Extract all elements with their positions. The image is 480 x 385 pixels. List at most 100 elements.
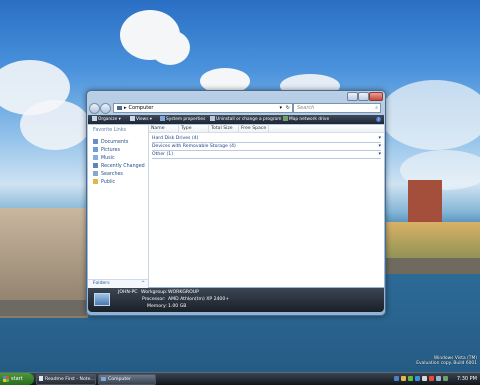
uninstall-icon [210, 116, 215, 121]
notepad-icon [39, 376, 43, 381]
clock[interactable]: 7:30 PM [457, 373, 477, 385]
nav-item-recently-changed[interactable]: Recently Changed [93, 163, 145, 170]
memory-value: 1.00 GB [168, 304, 187, 309]
column-total-size[interactable]: Total Size [209, 125, 239, 132]
refresh-icon[interactable]: ↻ [286, 104, 290, 112]
tower-building [408, 180, 442, 226]
music-folder-icon [93, 155, 98, 160]
search-placeholder: Search [297, 105, 315, 111]
search-input[interactable]: Search ⌕ [293, 103, 381, 113]
taskbar-item-computer[interactable]: Computer [98, 374, 156, 385]
nav-item-label: Public [101, 180, 116, 185]
uninstall-label: Uninstall or change a program [216, 117, 282, 122]
chevron-down-icon[interactable]: ▾ [378, 151, 381, 158]
tray-icon[interactable] [436, 376, 441, 381]
help-icon[interactable]: ? [376, 117, 381, 122]
column-type[interactable]: Type [179, 125, 209, 132]
chevron-down-icon[interactable]: ▾ [378, 143, 381, 150]
system-properties-icon [160, 116, 165, 121]
address-text: Computer [128, 105, 154, 111]
alert-icon[interactable] [429, 376, 434, 381]
nav-item-searches[interactable]: Searches [93, 171, 123, 178]
tray-icon[interactable] [443, 376, 448, 381]
start-button[interactable]: start [0, 373, 34, 385]
address-dropdown-icon[interactable]: ▾ [279, 104, 282, 112]
chevron-up-icon: ^ [141, 281, 145, 286]
system-properties-button[interactable]: System properties [160, 115, 205, 124]
recent-folder-icon [93, 163, 98, 168]
organize-label: Organize [98, 117, 118, 122]
nav-item-label: Recently Changed [101, 164, 145, 169]
volume-icon[interactable] [422, 376, 427, 381]
group-removable-storage[interactable]: Devices with Removable Storage (4) ▾ [152, 143, 381, 151]
display-icon[interactable] [415, 376, 420, 381]
column-free-space[interactable]: Free Space [239, 125, 269, 132]
workgroup-value: WORKGROUP [168, 290, 199, 295]
town-right [384, 222, 480, 262]
group-label: Hard Disk Drives (4) [152, 136, 199, 141]
pictures-folder-icon [93, 147, 98, 152]
group-other[interactable]: Other (1) ▾ [152, 151, 381, 159]
task-label: Computer [108, 377, 131, 382]
processor-value: AMD Athlon(tm) XP 2400+ [168, 297, 230, 302]
folders-label: Folders [93, 281, 110, 286]
search-icon: ⌕ [375, 105, 378, 111]
cloud [20, 100, 90, 150]
command-bar: Organize ▾ Views ▾ System properties Uni… [88, 115, 384, 124]
start-label: start [11, 376, 23, 382]
views-label: Views [136, 117, 149, 122]
views-icon [130, 116, 135, 121]
computer-icon [101, 376, 106, 381]
address-bar[interactable]: ▸ Computer ▾ ↻ [113, 103, 293, 113]
map-drive-label: Map network drive [289, 117, 330, 122]
minimize-button[interactable] [347, 92, 358, 101]
nav-item-pictures[interactable]: Pictures [93, 147, 120, 154]
group-label: Other (1) [152, 152, 174, 157]
workgroup-label: Workgroup: [141, 290, 168, 295]
folders-toggle[interactable]: Folders ^ [88, 279, 148, 288]
documents-folder-icon [93, 139, 98, 144]
nav-item-label: Searches [101, 172, 123, 177]
network-icon[interactable] [394, 376, 399, 381]
update-icon[interactable] [408, 376, 413, 381]
computer-explorer-window: ▸ Computer ▾ ↻ Search ⌕ Organize ▾ Views … [86, 90, 386, 316]
back-button[interactable] [89, 103, 100, 114]
processor-label: Processor: [142, 297, 166, 302]
computer-large-icon [94, 293, 110, 306]
nav-item-label: Documents [101, 140, 129, 145]
nav-item-label: Pictures [101, 148, 120, 153]
cloud [150, 30, 190, 65]
windows-logo-icon [3, 375, 9, 382]
nav-item-documents[interactable]: Documents [93, 139, 128, 146]
views-button[interactable]: Views ▾ [130, 115, 152, 124]
quay-left [0, 300, 86, 316]
watermark-line-2: Evaluation copy. Build 6001 [416, 361, 477, 366]
computer-name: JOHN-PC [118, 290, 138, 295]
taskbar: start Readme First - Note... Computer 7:… [0, 372, 480, 385]
nav-item-music[interactable]: Music [93, 155, 115, 162]
details-pane: JOHN-PC Workgroup: WORKGROUP Processor: … [88, 288, 384, 312]
quay-right [384, 258, 480, 274]
map-network-drive-button[interactable]: Map network drive [283, 115, 329, 124]
network-drive-icon [283, 116, 288, 121]
breadcrumb-arrow-icon: ▸ [124, 105, 127, 111]
group-label: Devices with Removable Storage (4) [152, 144, 236, 149]
nav-item-public[interactable]: Public [93, 179, 115, 186]
chevron-down-icon[interactable]: ▾ [378, 135, 381, 142]
organize-button[interactable]: Organize ▾ [92, 115, 121, 124]
file-list: Name Type Total Size Free Space Hard Dis… [149, 125, 384, 287]
system-tray: 7:30 PM [390, 373, 480, 385]
navigation-pane: Favorite Links Documents Pictures Music … [88, 125, 149, 287]
computer-icon [117, 105, 122, 110]
cloud [380, 80, 480, 150]
favorite-links-header: Favorite Links [93, 128, 127, 133]
close-button[interactable] [369, 92, 383, 101]
uninstall-program-button[interactable]: Uninstall or change a program [210, 115, 281, 124]
group-hard-disk-drives[interactable]: Hard Disk Drives (4) ▾ [152, 135, 381, 143]
forward-button[interactable] [100, 103, 111, 114]
security-icon[interactable] [401, 376, 406, 381]
memory-label: Memory: [147, 304, 167, 309]
taskbar-item-notepad[interactable]: Readme First - Note... [36, 374, 96, 385]
maximize-button[interactable] [358, 92, 369, 101]
column-name[interactable]: Name [149, 125, 179, 132]
